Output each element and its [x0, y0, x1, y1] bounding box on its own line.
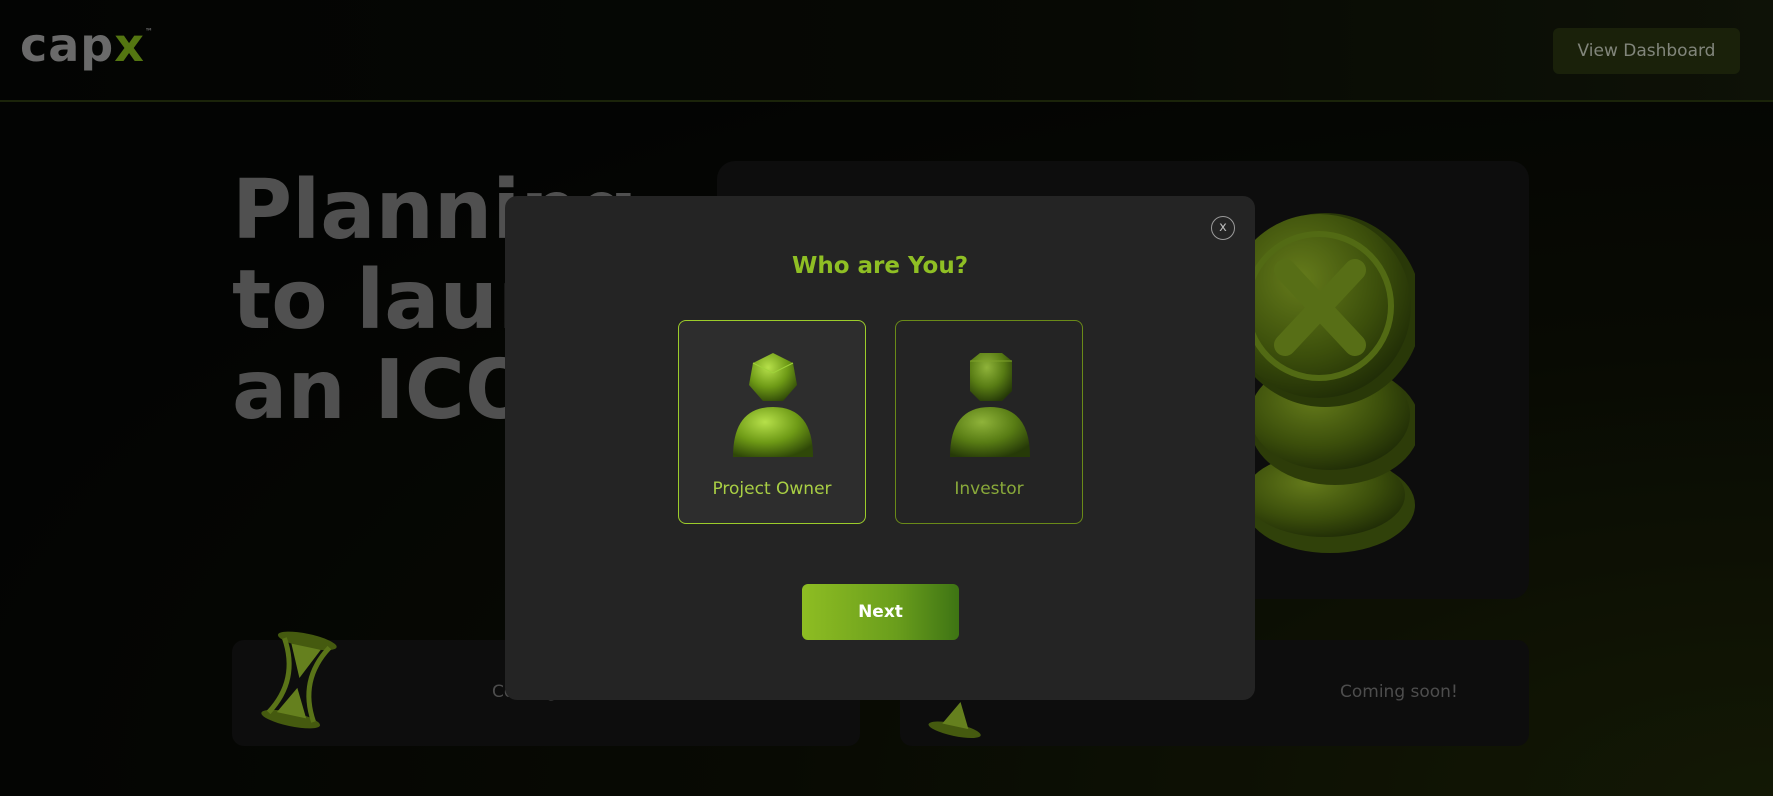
option-investor-label: Investor	[954, 479, 1024, 499]
investor-avatar-icon	[950, 353, 1030, 457]
next-button[interactable]: Next	[802, 584, 959, 640]
modal-title: Who are You?	[791, 253, 969, 279]
modal-close-button[interactable]: x	[1211, 216, 1235, 240]
project-owner-avatar-icon	[733, 353, 813, 457]
option-investor[interactable]: Investor	[895, 320, 1083, 524]
option-project-owner-label: Project Owner	[712, 479, 832, 499]
role-select-modal: x Who are You? Project Owner Investor Ne…	[505, 196, 1255, 700]
option-project-owner[interactable]: Project Owner	[678, 320, 866, 524]
